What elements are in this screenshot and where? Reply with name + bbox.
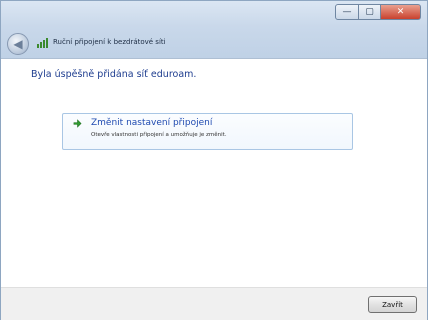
minimize-button[interactable]: — <box>335 4 359 20</box>
option-title: Změnit nastavení připojení <box>91 118 213 128</box>
back-button[interactable]: ◀ <box>7 33 29 55</box>
back-arrow-icon: ◀ <box>13 37 23 51</box>
close-button[interactable]: Zavřít <box>368 296 417 313</box>
option-description: Otevře vlastnosti připojení a umožňuje j… <box>91 132 227 138</box>
window-title: Ruční připojení k bezdrátové síti <box>53 38 166 46</box>
wireless-network-icon <box>37 38 48 48</box>
change-settings-option[interactable]: Změnit nastavení připojení Otevře vlastn… <box>62 113 353 150</box>
window-controls: — ▢ ✕ <box>335 4 421 20</box>
success-heading: Byla úspěšně přidána síť eduroam. <box>31 69 197 80</box>
footer-bar <box>1 287 427 320</box>
title-bar: — ▢ ✕ ◀ Ruční připojení k bezdrátové sít… <box>1 1 427 59</box>
maximize-button[interactable]: ▢ <box>359 4 381 20</box>
wizard-window: — ▢ ✕ ◀ Ruční připojení k bezdrátové sít… <box>0 0 428 320</box>
close-window-button[interactable]: ✕ <box>381 4 421 20</box>
green-arrow-icon <box>73 119 82 128</box>
